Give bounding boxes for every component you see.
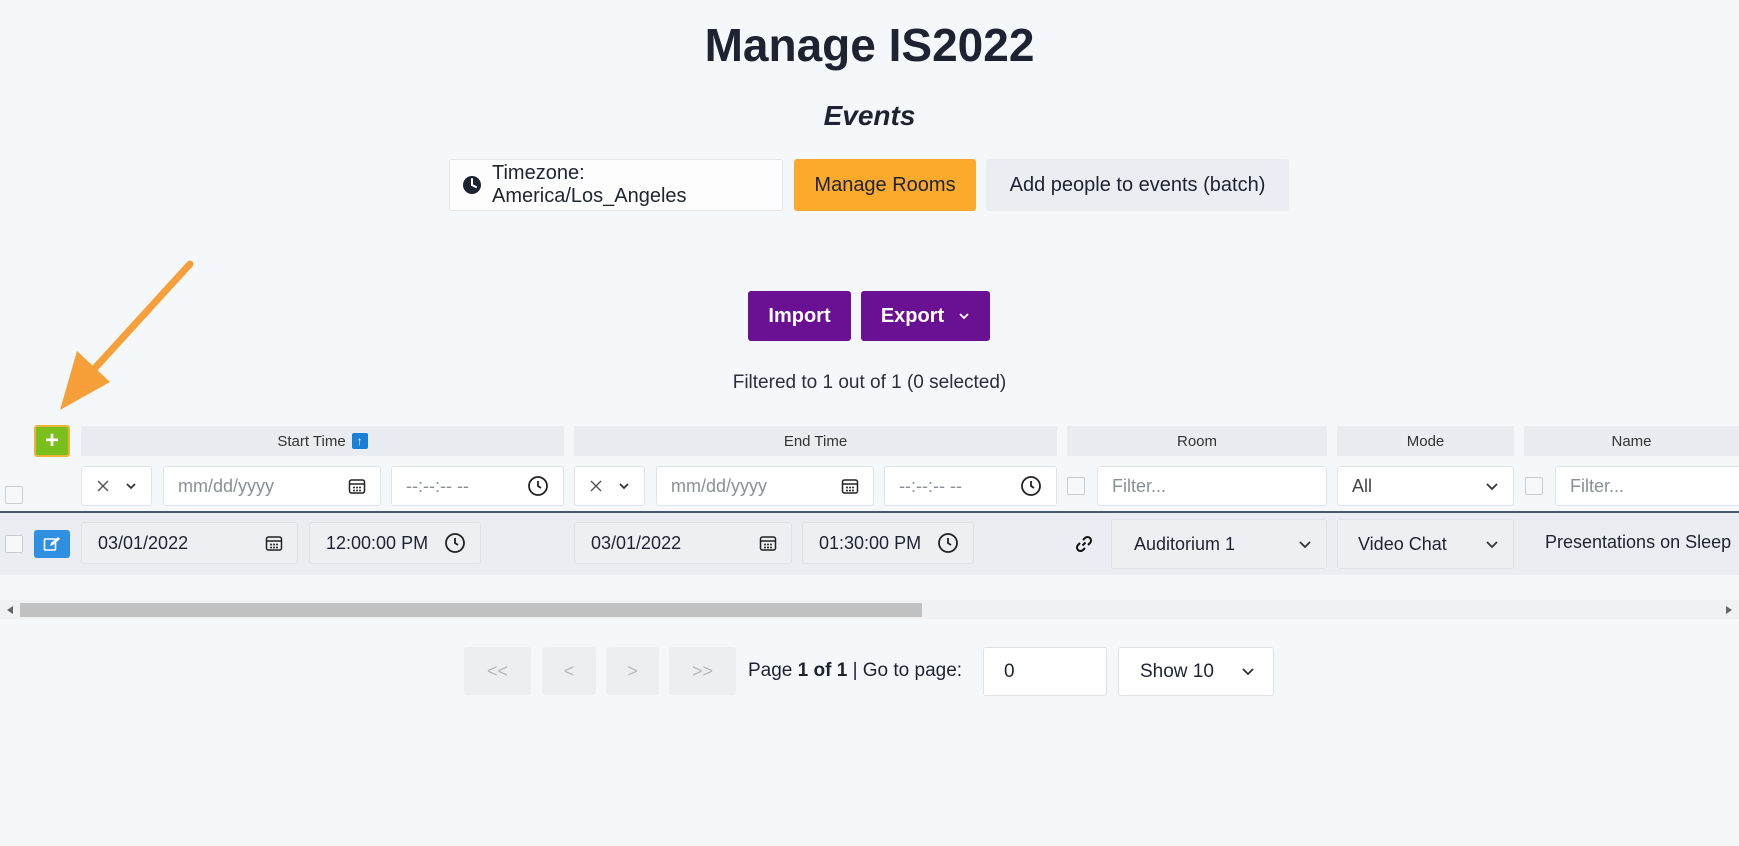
page-indicator: Page 1 of 1 | Go to page: bbox=[748, 660, 962, 682]
clear-icon bbox=[589, 479, 603, 493]
calendar-icon bbox=[348, 477, 366, 495]
annotation-arrow-icon bbox=[60, 260, 194, 410]
next-page-button[interactable]: > bbox=[606, 647, 659, 695]
scroll-right-icon[interactable] bbox=[1723, 602, 1735, 617]
chevron-down-icon bbox=[958, 312, 970, 320]
room-filter-placeholder: Filter... bbox=[1112, 475, 1167, 496]
page-of-count: 1 of 1 bbox=[797, 660, 848, 681]
page-word: Page bbox=[748, 660, 793, 681]
name-filter-placeholder: Filter... bbox=[1570, 475, 1625, 496]
timezone-button[interactable]: Timezone: America/Los_Angeles bbox=[449, 159, 783, 211]
column-header-start-time[interactable]: Start Time ↑ bbox=[81, 426, 564, 456]
start-time-value: 12:00:00 PM bbox=[326, 532, 429, 553]
end-time-value: 01:30:00 PM bbox=[819, 532, 922, 553]
chevron-down-icon bbox=[1485, 540, 1499, 549]
room-select[interactable]: Auditorium 1 bbox=[1111, 519, 1327, 569]
start-date-placeholder: mm/dd/yyyy bbox=[178, 475, 275, 496]
scrollbar-thumb[interactable] bbox=[20, 603, 922, 617]
mode-select[interactable]: Video Chat bbox=[1337, 519, 1514, 569]
end-date-placeholder: mm/dd/yyyy bbox=[671, 475, 768, 496]
edit-row-button[interactable] bbox=[34, 530, 70, 558]
column-header-room[interactable]: Room bbox=[1067, 426, 1327, 456]
end-date-value: 03/01/2022 bbox=[591, 532, 682, 553]
export-label: Export bbox=[880, 304, 945, 327]
column-header-name[interactable]: Name bbox=[1524, 426, 1739, 456]
filter-status-text: Filtered to 1 out of 1 (0 selected) bbox=[732, 372, 1007, 393]
mode-filter-select[interactable]: All bbox=[1337, 466, 1514, 506]
page-title: Manage IS2022 bbox=[704, 19, 1035, 71]
start-time-cell[interactable]: 12:00:00 PM bbox=[309, 522, 481, 564]
sort-ascending-icon: ↑ bbox=[351, 433, 368, 449]
first-page-button[interactable]: << bbox=[464, 647, 531, 695]
page-size-select[interactable]: Show 10 bbox=[1118, 647, 1274, 696]
edit-icon bbox=[43, 536, 61, 552]
goto-page-label: | Go to page: bbox=[852, 660, 963, 681]
add-row-button[interactable]: + bbox=[34, 425, 70, 457]
import-button[interactable]: Import bbox=[748, 291, 851, 341]
start-time-header-label: Start Time bbox=[277, 432, 346, 450]
room-value: Auditorium 1 bbox=[1134, 533, 1236, 554]
start-time-placeholder: --:--:-- -- bbox=[406, 475, 469, 496]
chevron-down-icon bbox=[1241, 667, 1255, 676]
scroll-left-icon[interactable] bbox=[4, 602, 16, 617]
end-time-operator-select[interactable] bbox=[574, 466, 645, 506]
end-date-cell[interactable]: 03/01/2022 bbox=[574, 522, 792, 564]
manage-rooms-button[interactable]: Manage Rooms bbox=[794, 159, 976, 211]
clock-outline-icon bbox=[937, 532, 959, 554]
start-date-filter-input[interactable]: mm/dd/yyyy bbox=[163, 466, 381, 506]
chevron-down-icon bbox=[618, 482, 630, 490]
select-all-checkbox[interactable] bbox=[5, 486, 23, 504]
row-select-checkbox[interactable] bbox=[5, 535, 23, 553]
start-date-value: 03/01/2022 bbox=[98, 532, 189, 553]
column-header-end-time[interactable]: End Time bbox=[574, 426, 1057, 456]
clock-outline-icon bbox=[527, 475, 549, 497]
last-page-button[interactable]: >> bbox=[669, 647, 736, 695]
goto-page-input[interactable]: 0 bbox=[983, 647, 1107, 696]
room-filter-input[interactable]: Filter... bbox=[1097, 466, 1327, 506]
chevron-down-icon bbox=[1485, 482, 1499, 491]
calendar-icon bbox=[759, 534, 777, 552]
start-time-filter-input[interactable]: --:--:-- -- bbox=[391, 466, 564, 506]
end-time-filter-input[interactable]: --:--:-- -- bbox=[884, 466, 1057, 506]
event-name-cell[interactable]: Presentations on Sleep bbox=[1545, 532, 1739, 558]
page-size-value: Show 10 bbox=[1140, 660, 1214, 682]
start-date-cell[interactable]: 03/01/2022 bbox=[81, 522, 298, 564]
room-filter-checkbox[interactable] bbox=[1067, 477, 1085, 495]
name-filter-input[interactable]: Filter... bbox=[1555, 466, 1739, 506]
name-filter-checkbox[interactable] bbox=[1525, 477, 1543, 495]
mode-value: Video Chat bbox=[1358, 533, 1447, 554]
start-time-operator-select[interactable] bbox=[81, 466, 152, 506]
end-date-filter-input[interactable]: mm/dd/yyyy bbox=[656, 466, 874, 506]
export-dropdown-button[interactable]: Export bbox=[861, 291, 990, 341]
previous-page-button[interactable]: < bbox=[542, 647, 596, 695]
end-time-placeholder: --:--:-- -- bbox=[899, 475, 962, 496]
clear-icon bbox=[96, 479, 110, 493]
clock-outline-icon bbox=[1020, 475, 1042, 497]
calendar-icon bbox=[265, 534, 283, 552]
chevron-down-icon bbox=[125, 482, 137, 490]
add-people-batch-button[interactable]: Add people to events (batch) bbox=[986, 159, 1289, 211]
clock-outline-icon bbox=[444, 532, 466, 554]
chevron-down-icon bbox=[1298, 540, 1312, 549]
clock-icon bbox=[462, 175, 482, 195]
column-header-mode[interactable]: Mode bbox=[1337, 426, 1514, 456]
link-icon[interactable] bbox=[1075, 535, 1093, 553]
timezone-label: Timezone: America/Los_Angeles bbox=[492, 162, 687, 207]
page-subtitle: Events bbox=[823, 100, 916, 131]
mode-filter-value: All bbox=[1352, 475, 1373, 496]
calendar-icon bbox=[841, 477, 859, 495]
end-time-cell[interactable]: 01:30:00 PM bbox=[802, 522, 974, 564]
